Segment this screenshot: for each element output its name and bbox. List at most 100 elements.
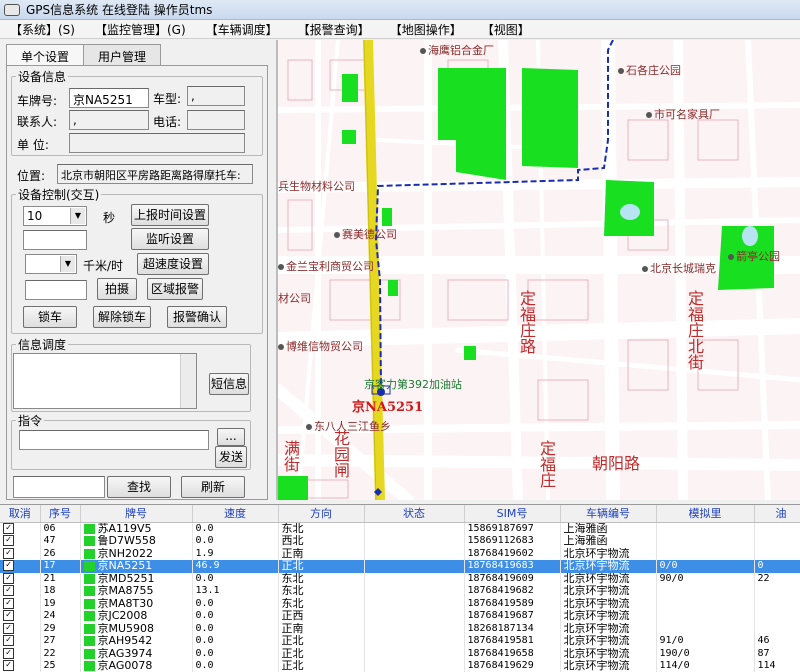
- poi-label[interactable]: 赛美德公司: [334, 226, 397, 242]
- poi-label[interactable]: 箭亭公园: [728, 248, 780, 264]
- interval-select[interactable]: 10 ▼: [23, 206, 87, 226]
- table-row[interactable]: ✓ 19 京MA8T30 0.0 东北 18768419589 北京环宇物流: [0, 597, 800, 610]
- row-checkbox[interactable]: ✓: [3, 647, 14, 659]
- row-checkbox[interactable]: ✓: [3, 522, 14, 534]
- row-checkbox[interactable]: ✓: [3, 610, 14, 621]
- lock-vehicle-button[interactable]: 锁车: [23, 306, 77, 328]
- column-header[interactable]: 速度: [192, 505, 279, 523]
- row-checkbox[interactable]: ✓: [3, 560, 14, 571]
- cell-speed: 0.0: [192, 660, 279, 672]
- table-row[interactable]: ✓ 27 京AH9542 0.0 正北 18768419581 北京环宇物流 91/0 46: [0, 635, 800, 648]
- table-row[interactable]: ✓ 18 京MA8755 13.1 东北 18768419682 北京环宇物流: [0, 585, 800, 598]
- column-header[interactable]: 模拟里: [656, 505, 755, 523]
- cancel-cell: ✓: [0, 635, 41, 648]
- photo-param-field[interactable]: [25, 280, 87, 300]
- cell-status: [364, 622, 465, 635]
- cell-status: [364, 547, 465, 560]
- table-row[interactable]: ✓ 26 京NH2022 1.9 正南 18768419602 北京环宇物流: [0, 547, 800, 560]
- column-header[interactable]: 序号: [40, 505, 81, 523]
- row-checkbox[interactable]: ✓: [3, 585, 14, 596]
- poi-label[interactable]: 京客力第392加油站: [364, 376, 462, 392]
- plate-field[interactable]: 京NA5251: [69, 88, 149, 108]
- cell-plate: 鲁D7W558: [80, 535, 193, 548]
- sms-button[interactable]: 短信息: [209, 373, 249, 395]
- row-checkbox[interactable]: ✓: [3, 635, 14, 646]
- unlock-vehicle-button[interactable]: 解除锁车: [93, 306, 151, 328]
- column-header[interactable]: SIM号: [464, 505, 561, 523]
- speed-select[interactable]: ▼: [25, 254, 77, 274]
- photo-button[interactable]: 拍摄: [97, 278, 137, 300]
- cell-no: 21: [40, 572, 81, 585]
- upload-time-button[interactable]: 上报时间设置: [131, 204, 209, 226]
- column-header[interactable]: 方向: [278, 505, 365, 523]
- column-header[interactable]: 取消: [0, 505, 41, 523]
- row-checkbox[interactable]: ✓: [3, 597, 14, 609]
- area-alarm-button[interactable]: 区域报警: [147, 278, 203, 300]
- column-header[interactable]: 牌号: [80, 505, 193, 523]
- poi-label[interactable]: 博维信物贸公司: [278, 338, 363, 354]
- cell-mileage: [656, 597, 755, 610]
- poi-label[interactable]: 北京长城瑞克: [642, 260, 716, 276]
- unit-field[interactable]: [69, 133, 245, 153]
- poi-label[interactable]: 材公司: [278, 290, 311, 306]
- monitor-setting-button[interactable]: 监听设置: [131, 228, 209, 250]
- table-row[interactable]: ✓ 06 苏A119V5 0.0 东北 15869187697 上海雅函: [0, 522, 800, 535]
- row-checkbox[interactable]: ✓: [3, 622, 14, 634]
- row-checkbox[interactable]: ✓: [3, 660, 14, 671]
- refresh-button[interactable]: 刷新: [181, 476, 245, 498]
- poi-label[interactable]: 市可名家具厂: [646, 106, 720, 122]
- vehicle-plate-label[interactable]: 京NA5251: [352, 396, 423, 415]
- cell-dir: 东北: [278, 597, 365, 610]
- map-view[interactable]: 海鹰铝合金厂 石各庄公园 市可名家具厂 兵生物材料公司 赛美德公司 金兰宝利商贸…: [276, 40, 800, 500]
- cell-no: 24: [40, 610, 81, 623]
- cell-plate: 京AH9542: [80, 635, 193, 648]
- menu-dispatch[interactable]: 【车辆调度】: [196, 21, 288, 38]
- cell-mileage: 0/0: [656, 560, 755, 573]
- menu-system[interactable]: 【系统】(S): [0, 21, 85, 38]
- menu-alarm-query[interactable]: 【报警查询】: [288, 21, 380, 38]
- search-input[interactable]: [13, 476, 105, 498]
- menu-map-ops[interactable]: 【地图操作】: [380, 21, 472, 38]
- command-more-button[interactable]: ...: [217, 428, 245, 446]
- poi-label[interactable]: 兵生物材料公司: [278, 178, 355, 194]
- poi-label[interactable]: 石各庄公园: [618, 62, 681, 78]
- chevron-down-icon[interactable]: ▼: [70, 208, 85, 224]
- location-field[interactable]: 北京市朝阳区平房路距离路得摩托车:: [57, 164, 253, 184]
- type-field[interactable]: ,: [187, 86, 245, 106]
- table-row[interactable]: ✓ 29 京MU5908 0.0 正南 18268187134 北京环宇物流: [0, 622, 800, 635]
- vehicle-table: 取消 序号 牌号 速度 方向 状态 SIM号 车辆编号 模拟里 油 ✓ 06 苏A1…: [0, 504, 800, 672]
- table-row[interactable]: ✓ 22 京AG3974 0.0 正北 18768419658 北京环宇物流 190/0 87: [0, 647, 800, 660]
- find-button[interactable]: 查找: [107, 476, 171, 498]
- tab-user-management[interactable]: 用户管理: [83, 44, 162, 66]
- menu-view[interactable]: 【视图】: [472, 21, 540, 38]
- monitor-number-field[interactable]: [23, 230, 87, 250]
- phone-field[interactable]: [187, 110, 245, 130]
- poi-label[interactable]: 海鹰铝合金厂: [420, 42, 494, 58]
- column-header[interactable]: 状态: [364, 505, 465, 523]
- table-row[interactable]: ✓ 47 鲁D7W558 0.0 西北 15869112683 上海雅函: [0, 535, 800, 548]
- cell-plate: 京MU5908: [80, 622, 193, 635]
- command-input[interactable]: [19, 430, 209, 450]
- table-row[interactable]: ✓ 21 京MD5251 0.0 东北 18768419609 北京环宇物流 90/0 22: [0, 572, 800, 585]
- poi-label[interactable]: 金兰宝利商贸公司: [278, 258, 374, 274]
- table-row[interactable]: ✓ 17 京NA5251 46.9 正北 18768419683 北京环宇物流 0/0 0: [0, 560, 800, 573]
- dispatch-message-textarea[interactable]: [13, 353, 197, 409]
- chevron-down-icon[interactable]: ▼: [60, 256, 75, 272]
- table-row[interactable]: ✓ 25 京AG0078 0.0 正北 18768419629 北京环宇物流 114/0 114: [0, 660, 800, 672]
- menu-monitor[interactable]: 【监控管理】(G): [85, 21, 196, 38]
- dispatch-scrollbar[interactable]: [180, 354, 196, 408]
- alarm-confirm-button[interactable]: 报警确认: [167, 306, 227, 328]
- cell-oil: [754, 622, 800, 635]
- cell-vid: 上海雅函: [560, 535, 657, 548]
- row-checkbox[interactable]: ✓: [3, 535, 14, 546]
- cell-no: 26: [40, 547, 81, 560]
- row-checkbox[interactable]: ✓: [3, 547, 14, 559]
- column-header[interactable]: 油: [754, 505, 800, 523]
- contact-field[interactable]: ,: [69, 110, 149, 130]
- table-row[interactable]: ✓ 24 京JC2008 0.0 正西 18768419687 北京环宇物流: [0, 610, 800, 623]
- overspeed-setting-button[interactable]: 超速度设置: [137, 253, 209, 275]
- column-header[interactable]: 车辆编号: [560, 505, 657, 523]
- row-checkbox[interactable]: ✓: [3, 572, 14, 584]
- cell-mileage: [656, 547, 755, 560]
- send-button[interactable]: 发送: [215, 446, 247, 468]
